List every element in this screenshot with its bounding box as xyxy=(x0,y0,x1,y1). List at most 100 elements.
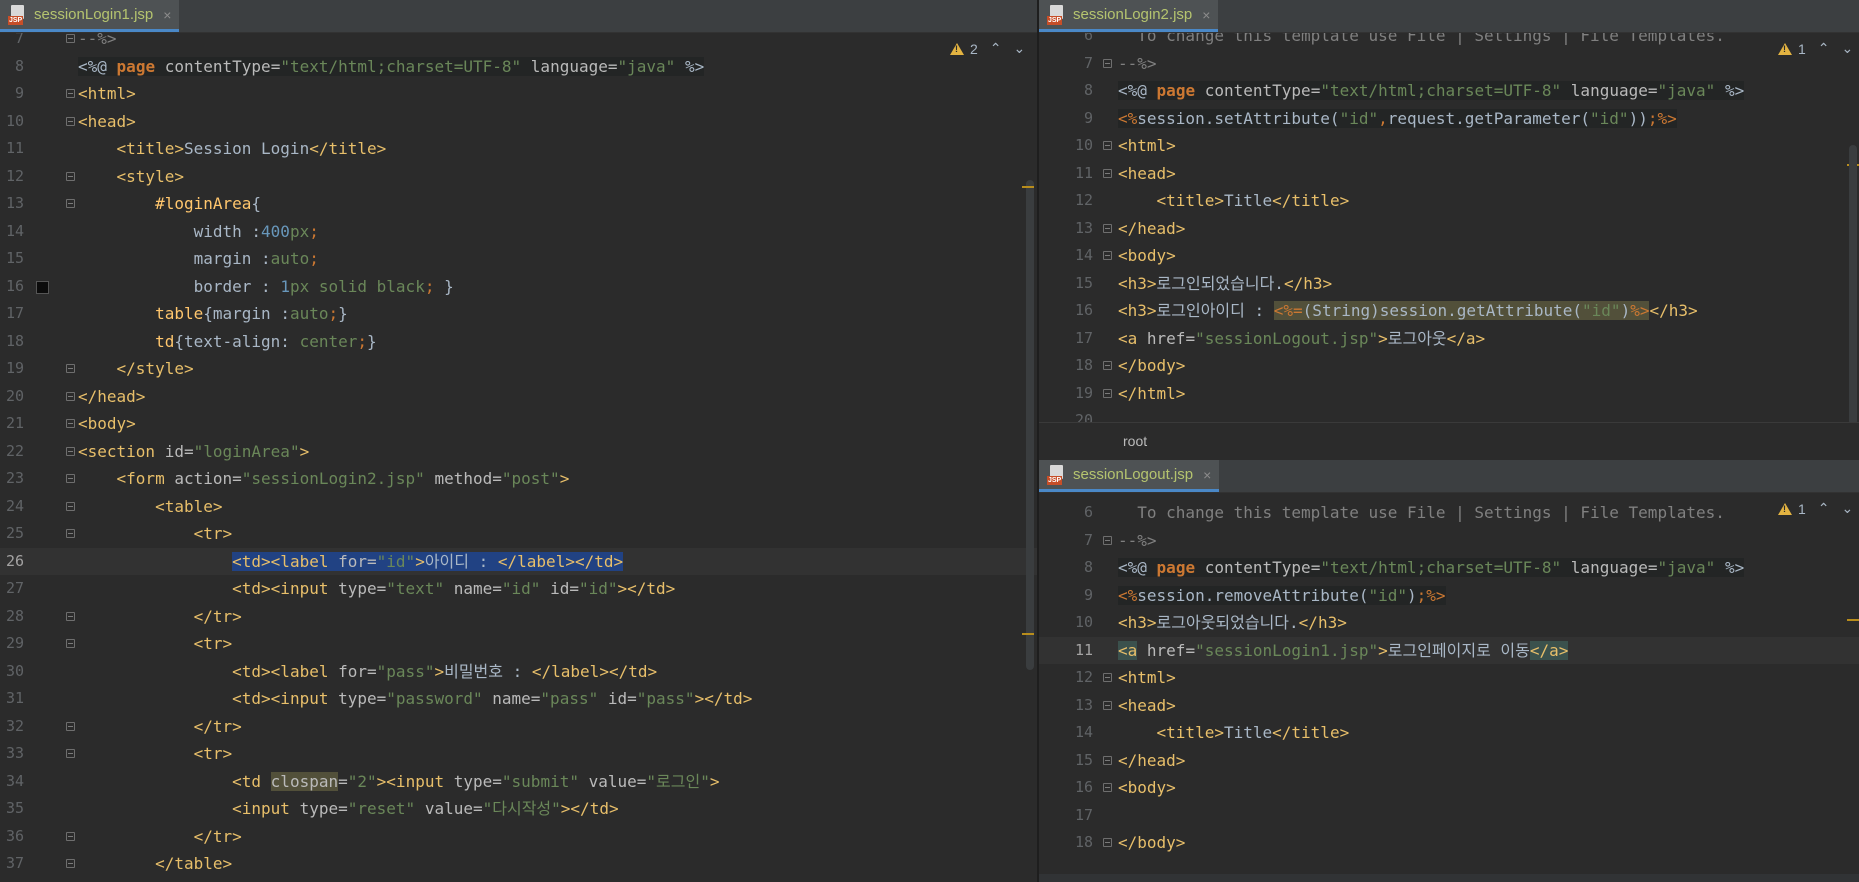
fold-icon[interactable] xyxy=(66,199,75,208)
line-number[interactable]: 32 xyxy=(0,713,24,741)
line-number[interactable]: 36 xyxy=(0,823,24,851)
inspection-widget[interactable]: 1 ⌃ ⌄ xyxy=(1778,500,1853,517)
code-line[interactable]: 35 <input type="reset" value="다시작성"></td… xyxy=(0,795,1037,823)
code-line[interactable]: 14 width :400px; xyxy=(0,218,1037,246)
code-line[interactable]: 15 margin :auto; xyxy=(0,245,1037,273)
code-line[interactable]: 18 </body> xyxy=(1039,352,1859,380)
line-number[interactable]: 22 xyxy=(0,438,24,466)
code-text[interactable]: border : 1px solid black; } xyxy=(78,273,454,301)
code-line[interactable]: 18 td{text-align: center;} xyxy=(0,328,1037,356)
line-number[interactable]: 13 xyxy=(1063,692,1093,720)
line-number[interactable]: 13 xyxy=(1063,215,1093,243)
line-number[interactable]: 7 xyxy=(1063,527,1093,555)
code-text[interactable]: <td clospan="2"><input type="submit" val… xyxy=(78,768,720,796)
fold-icon[interactable] xyxy=(1103,783,1112,792)
tab-sessionlogin2[interactable]: JSP sessionLogin2.jsp × xyxy=(1039,0,1219,32)
code-line[interactable]: 19 </style> xyxy=(0,355,1037,383)
code-text[interactable]: --%> xyxy=(1118,50,1157,78)
line-number[interactable]: 8 xyxy=(1063,77,1093,105)
warning-stripe-marker[interactable] xyxy=(1022,633,1034,635)
warning-stripe-marker[interactable] xyxy=(1022,186,1034,188)
next-highlight-icon[interactable]: ⌄ xyxy=(1842,500,1854,517)
code-text[interactable]: <tr> xyxy=(78,740,233,768)
code-text[interactable]: <td><label for="id">아이디 : </label></td> xyxy=(78,548,624,576)
code-text[interactable]: <body> xyxy=(1118,774,1176,802)
code-text[interactable]: <title>Session Login</title> xyxy=(78,135,387,163)
line-number[interactable]: 18 xyxy=(1063,352,1093,380)
code-text[interactable]: <tr> xyxy=(78,630,233,658)
code-line[interactable]: 6 To change this template use File | Set… xyxy=(1039,499,1859,527)
code-text[interactable]: <form action="sessionLogin2.jsp" method=… xyxy=(78,465,570,493)
line-number[interactable]: 16 xyxy=(1063,774,1093,802)
line-number[interactable]: 15 xyxy=(0,245,24,273)
close-icon[interactable]: × xyxy=(163,7,171,23)
code-text[interactable]: </head> xyxy=(78,383,145,411)
code-line[interactable]: 9 <html> xyxy=(0,80,1037,108)
line-number[interactable]: 30 xyxy=(0,658,24,686)
code-text[interactable]: </body> xyxy=(1118,829,1185,857)
code-text[interactable]: <%@ page contentType="text/html;charset=… xyxy=(1118,554,1745,582)
code-text[interactable]: <title>Title</title> xyxy=(1118,719,1350,747)
code-text[interactable]: <tr> xyxy=(78,520,233,548)
code-text[interactable]: #loginArea{ xyxy=(78,190,261,218)
fold-icon[interactable] xyxy=(1103,168,1112,178)
fold-icon[interactable] xyxy=(1103,58,1112,68)
line-number[interactable]: 17 xyxy=(1063,802,1093,830)
line-number[interactable]: 12 xyxy=(1063,664,1093,692)
code-text[interactable]: <td><label for="pass">비밀번호 : </label></t… xyxy=(78,658,657,686)
fold-icon[interactable] xyxy=(1103,838,1112,847)
line-number[interactable]: 12 xyxy=(1063,187,1093,215)
warning-stripe-marker[interactable] xyxy=(1847,619,1859,621)
line-number[interactable]: 16 xyxy=(0,273,24,301)
breakpoint-icon[interactable] xyxy=(36,280,49,294)
fold-icon[interactable] xyxy=(66,364,75,373)
code-text[interactable]: </head> xyxy=(1118,747,1185,775)
line-number[interactable]: 15 xyxy=(1063,747,1093,775)
vertical-scrollbar[interactable] xyxy=(1849,145,1857,425)
code-text[interactable]: </tr> xyxy=(78,713,242,741)
code-text[interactable]: <%session.removeAttribute("id");%> xyxy=(1118,582,1446,610)
code-line[interactable]: 13 #loginArea{ xyxy=(0,190,1037,218)
line-number[interactable]: 9 xyxy=(1063,582,1093,610)
line-number[interactable]: 20 xyxy=(0,383,24,411)
fold-icon[interactable] xyxy=(66,611,75,621)
line-number[interactable]: 11 xyxy=(0,135,24,163)
code-line[interactable]: 13 <head> xyxy=(1039,692,1859,720)
code-line[interactable]: 26 <td><label for="id">아이디 : </label></t… xyxy=(0,547,1037,576)
line-number[interactable]: 27 xyxy=(0,575,24,603)
code-line[interactable]: 13 </head> xyxy=(1039,215,1859,243)
code-text[interactable]: </head> xyxy=(1118,215,1185,243)
code-text[interactable]: To change this template use File | Setti… xyxy=(1118,499,1725,527)
fold-icon[interactable] xyxy=(66,391,75,401)
code-text[interactable]: <a href="sessionLogin1.jsp">로그인페이지로 이동</… xyxy=(1118,637,1569,665)
line-number[interactable]: 19 xyxy=(0,355,24,383)
code-line[interactable]: 11 <title>Session Login</title> xyxy=(0,135,1037,163)
code-text[interactable]: <input type="reset" value="다시작성"></td> xyxy=(78,795,618,823)
right-bottom-editor-pane[interactable]: 45 Time: 오전 11:146 To change this templa… xyxy=(1039,460,1859,882)
code-line[interactable]: 22 <section id="loginArea"> xyxy=(0,438,1037,466)
code-line[interactable]: 12 <html> xyxy=(1039,664,1859,692)
code-line[interactable]: 8 <%@ page contentType="text/html;charset… xyxy=(1039,554,1859,582)
code-text[interactable]: <h3>로그아웃되었습니다.</h3> xyxy=(1118,609,1347,637)
fold-icon[interactable] xyxy=(1103,535,1112,545)
code-line[interactable]: 14 <title>Title</title> xyxy=(1039,719,1859,747)
line-number[interactable]: 13 xyxy=(0,190,24,218)
fold-icon[interactable] xyxy=(66,749,75,758)
code-text[interactable]: <head> xyxy=(1118,160,1176,188)
code-text[interactable]: <h3>로그인아이디 : <%=(String)session.getAttri… xyxy=(1118,297,1698,325)
code-line[interactable]: 28 </tr> xyxy=(0,603,1037,631)
line-number[interactable]: 14 xyxy=(1063,719,1093,747)
code-line[interactable]: 10 <html> xyxy=(1039,132,1859,160)
code-line[interactable]: 36 </tr> xyxy=(0,823,1037,851)
line-number[interactable]: 25 xyxy=(0,520,24,548)
code-line[interactable]: 20 </head> xyxy=(0,383,1037,411)
code-line[interactable]: 34 <td clospan="2"><input type="submit" … xyxy=(0,768,1037,796)
line-number[interactable]: 18 xyxy=(0,328,24,356)
line-number[interactable]: 15 xyxy=(1063,270,1093,298)
next-highlight-icon[interactable]: ⌄ xyxy=(1014,40,1026,57)
line-number[interactable]: 14 xyxy=(1063,242,1093,270)
code-line[interactable]: 37 </table> xyxy=(0,850,1037,878)
code-text[interactable]: <style> xyxy=(78,163,184,191)
code-line[interactable]: 14 <body> xyxy=(1039,242,1859,270)
fold-icon[interactable] xyxy=(1103,223,1112,233)
